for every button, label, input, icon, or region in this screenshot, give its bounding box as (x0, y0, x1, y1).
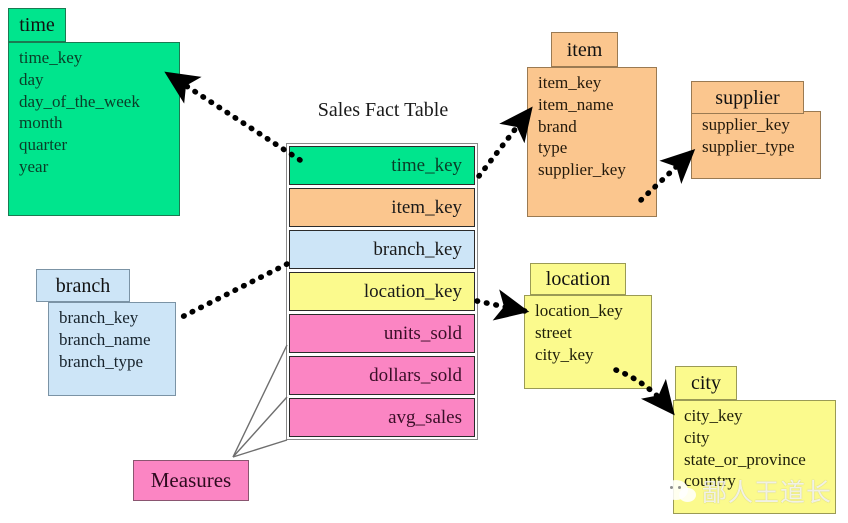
field-item-3: type (538, 138, 568, 158)
field-city-3: country (684, 471, 736, 491)
measures-box: Measures (133, 460, 249, 501)
link-units-sold-to-measures (232, 344, 288, 458)
field-time-2: day_of_the_week (19, 91, 140, 111)
field-city-0: city_key (684, 406, 743, 425)
field-item-0: item_key (538, 73, 602, 92)
fact-row-avg-sales: avg_sales (289, 398, 475, 437)
fact-row-branch-key: branch_key (289, 230, 475, 269)
field-location-2: city_key (535, 344, 594, 364)
field-location-0: location_key (535, 301, 623, 320)
field-branch-2: branch_type (59, 351, 144, 371)
field-item-4: supplier_key (538, 160, 626, 179)
field-time-0: time_key (19, 48, 83, 67)
entity-location-title: location (530, 263, 626, 295)
entity-item-fields: item_key item_name brand type supplier_k… (527, 67, 657, 217)
link-fact-to-branch (173, 261, 290, 323)
link-fact-to-location (474, 289, 530, 321)
field-time-4: quarter (19, 135, 68, 154)
entity-supplier-title: supplier (691, 81, 804, 114)
fact-row-location-key: location_key (289, 272, 475, 311)
field-time-3: month (19, 113, 63, 133)
field-branch-1: branch_name (59, 329, 151, 349)
fact-row-item-key: item_key (289, 188, 475, 227)
field-time-5: year (19, 156, 49, 176)
fact-table: time_key item_key branch_key location_ke… (286, 143, 478, 440)
entity-city-fields: city_key city state_or_province country (673, 400, 836, 514)
field-city-1: city (684, 427, 710, 447)
link-fact-to-item (476, 106, 533, 179)
entity-branch-fields: branch_key branch_name branch_type (48, 302, 176, 396)
fact-row-time-key: time_key (289, 146, 475, 185)
entity-city-title: city (675, 366, 737, 400)
entity-time-title: time (8, 8, 66, 42)
entity-supplier-fields: supplier_key supplier_type (691, 111, 821, 179)
entity-time-fields: time_key day day_of_the_week month quart… (8, 42, 180, 216)
field-supplier-0: supplier_key (702, 115, 790, 134)
fact-row-dollars-sold: dollars_sold (289, 356, 475, 395)
field-branch-0: branch_key (59, 308, 139, 327)
schema-diagram-canvas: time time_key day day_of_the_week month … (0, 0, 848, 523)
fact-row-units-sold: units_sold (289, 314, 475, 353)
entity-item-title: item (551, 32, 618, 67)
link-avg-sales-to-measures (232, 439, 288, 458)
field-item-2: brand (538, 116, 577, 136)
field-supplier-1: supplier_type (702, 136, 795, 156)
field-location-1: street (535, 322, 572, 342)
fact-table-title: Sales Fact Table (317, 99, 449, 121)
field-city-2: state_or_province (684, 449, 806, 469)
field-time-1: day (19, 69, 44, 89)
field-item-1: item_name (538, 94, 614, 114)
link-dollars-sold-to-measures (232, 396, 288, 458)
link-fact-to-time (164, 71, 303, 163)
entity-location-fields: location_key street city_key (524, 295, 652, 389)
entity-branch-title: branch (36, 269, 130, 302)
